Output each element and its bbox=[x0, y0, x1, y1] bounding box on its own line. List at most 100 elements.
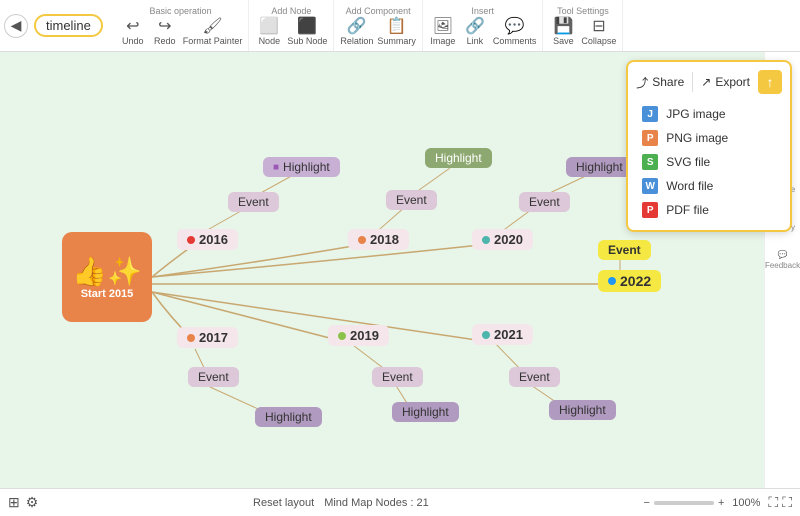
format-painter-button[interactable]: 🖌Format Painter bbox=[183, 18, 243, 46]
event-2016-node[interactable]: Event bbox=[228, 192, 279, 212]
zoom-out-button[interactable]: − bbox=[644, 497, 650, 509]
event-2016-label: Event bbox=[238, 195, 269, 209]
feedback-icon: 💬 bbox=[778, 250, 788, 259]
insert-group: Insert 🖼Image 🔗Link 💬Comments bbox=[423, 0, 544, 51]
feedback-button[interactable]: 💬 Feedback bbox=[765, 248, 800, 270]
event-2019-node[interactable]: Event bbox=[372, 367, 423, 387]
event-2020-node[interactable]: Event bbox=[519, 192, 570, 212]
highlight-2016-label: Highlight bbox=[283, 160, 330, 174]
start-node[interactable]: 👍✨ Start 2015 bbox=[62, 232, 152, 322]
undo-button[interactable]: ↩Undo bbox=[119, 18, 147, 46]
add-component-label: Add Component bbox=[346, 6, 411, 16]
summary-button[interactable]: 📋Summary bbox=[377, 18, 416, 46]
year-2017-label: 2017 bbox=[199, 330, 228, 345]
tool-settings-group: Tool Settings 💾Save ⊟Collapse bbox=[543, 0, 623, 51]
year-2019-node[interactable]: 2019 bbox=[328, 325, 389, 346]
event-2021-node[interactable]: Event bbox=[509, 367, 560, 387]
export-png-item[interactable]: P PNG image bbox=[636, 126, 782, 150]
event-2020-label: Event bbox=[529, 195, 560, 209]
year-2018-node[interactable]: 2018 bbox=[348, 229, 409, 250]
add-node-label: Add Node bbox=[271, 6, 311, 16]
pdf-icon: P bbox=[642, 202, 658, 218]
highlight-2021-node[interactable]: Highlight bbox=[549, 400, 616, 420]
highlight-2021-label: Highlight bbox=[559, 403, 606, 417]
relation-button[interactable]: 🔗Relation bbox=[340, 18, 373, 46]
highlight-2019-node[interactable]: Highlight bbox=[392, 402, 459, 422]
year-2016-label: 2016 bbox=[199, 232, 228, 247]
highlight-2020-node[interactable]: Highlight bbox=[566, 157, 633, 177]
export-arrow-button[interactable]: ↑ bbox=[758, 70, 782, 94]
year-2022-node[interactable]: 2022 bbox=[598, 270, 661, 292]
bottombar: ⊞ ⚙ Reset layout Mind Map Nodes : 21 − +… bbox=[0, 488, 800, 516]
export-svg-item[interactable]: S SVG file bbox=[636, 150, 782, 174]
zoom-level-label: 100% bbox=[728, 497, 764, 509]
word-label: Word file bbox=[666, 179, 713, 193]
highlight-2016-node[interactable]: ■ Highlight bbox=[263, 157, 340, 177]
jpg-icon: J bbox=[642, 106, 658, 122]
svg-label: SVG file bbox=[666, 155, 710, 169]
basic-operation-group: Basic operation ↩Undo ↪Redo 🖌Format Pain… bbox=[113, 0, 250, 51]
highlight-2019-label: Highlight bbox=[402, 405, 449, 419]
share-button[interactable]: ⤴ Share bbox=[636, 74, 684, 91]
jpg-label: JPG image bbox=[666, 107, 725, 121]
year-2016-node[interactable]: 2016 bbox=[177, 229, 238, 250]
redo-button[interactable]: ↪Redo bbox=[151, 18, 179, 46]
divider bbox=[692, 72, 693, 92]
event-2022-node[interactable]: Event bbox=[598, 240, 651, 260]
year-2019-label: 2019 bbox=[350, 328, 379, 343]
sub-node-button[interactable]: ⬛Sub Node bbox=[287, 18, 327, 46]
fullscreen-button[interactable]: ⛶ bbox=[782, 494, 792, 511]
event-2017-node[interactable]: Event bbox=[188, 367, 239, 387]
year-2021-node[interactable]: 2021 bbox=[472, 324, 533, 345]
word-icon: W bbox=[642, 178, 658, 194]
event-2019-label: Event bbox=[382, 370, 413, 384]
export-pdf-item[interactable]: P PDF file bbox=[636, 198, 782, 222]
pdf-label: PDF file bbox=[666, 203, 709, 217]
svg-icon: S bbox=[642, 154, 658, 170]
collapse-button[interactable]: ⊟Collapse bbox=[581, 18, 616, 46]
node-button[interactable]: ⬜Node bbox=[255, 18, 283, 46]
year-2018-label: 2018 bbox=[370, 232, 399, 247]
fit-screen-button[interactable]: ⛶ bbox=[768, 494, 778, 511]
export-panel: ⤴ Share ↗ Export ↑ J JPG image P PNG ima… bbox=[626, 60, 792, 232]
add-component-group: Add Component 🔗Relation 📋Summary bbox=[334, 0, 423, 51]
export-word-item[interactable]: W Word file bbox=[636, 174, 782, 198]
highlight-2017-node[interactable]: Highlight bbox=[255, 407, 322, 427]
document-title[interactable]: timeline bbox=[34, 14, 103, 37]
highlight-2020-label: Highlight bbox=[576, 160, 623, 174]
basic-operation-label: Basic operation bbox=[150, 6, 212, 16]
start-node-label: Start 2015 bbox=[81, 288, 134, 300]
year-2022-label: 2022 bbox=[620, 273, 651, 289]
settings-icon: ⚙ bbox=[26, 494, 39, 511]
png-icon: P bbox=[642, 130, 658, 146]
year-2017-node[interactable]: 2017 bbox=[177, 327, 238, 348]
zoom-in-button[interactable]: + bbox=[718, 497, 724, 509]
event-2018-node[interactable]: Event bbox=[386, 190, 437, 210]
image-button[interactable]: 🖼Image bbox=[429, 18, 457, 46]
export-icon: ↗ bbox=[701, 75, 711, 89]
mindmap-canvas[interactable]: 👍✨ Start 2015 2016 2017 2018 2019 2020 2… bbox=[0, 52, 800, 516]
event-2021-label: Event bbox=[519, 370, 550, 384]
toolbar: ◀ timeline Basic operation ↩Undo ↪Redo 🖌… bbox=[0, 0, 800, 52]
back-button[interactable]: ◀ bbox=[4, 14, 28, 38]
layer-icon: ⊞ bbox=[8, 494, 20, 511]
comments-button[interactable]: 💬Comments bbox=[493, 18, 537, 46]
highlight-2018-label: Highlight bbox=[435, 151, 482, 165]
link-button[interactable]: 🔗Link bbox=[461, 18, 489, 46]
export-jpg-item[interactable]: J JPG image bbox=[636, 102, 782, 126]
year-2021-label: 2021 bbox=[494, 327, 523, 342]
insert-label: Insert bbox=[471, 6, 494, 16]
feedback-label: Feedback bbox=[765, 261, 800, 270]
png-label: PNG image bbox=[666, 131, 728, 145]
zoom-slider[interactable] bbox=[654, 501, 714, 505]
node-count-label: Mind Map Nodes : 21 bbox=[324, 497, 429, 509]
share-label: Share bbox=[652, 75, 684, 89]
save-button[interactable]: 💾Save bbox=[549, 18, 577, 46]
year-2020-node[interactable]: 2020 bbox=[472, 229, 533, 250]
export-button[interactable]: ↗ Export bbox=[701, 75, 750, 89]
highlight-2017-label: Highlight bbox=[265, 410, 312, 424]
highlight-2018-node[interactable]: Highlight bbox=[425, 148, 492, 168]
reset-layout-button[interactable]: Reset layout bbox=[253, 497, 314, 509]
add-node-group: Add Node ⬜Node ⬛Sub Node bbox=[249, 0, 334, 51]
start-node-emoji: 👍✨ bbox=[72, 255, 142, 288]
